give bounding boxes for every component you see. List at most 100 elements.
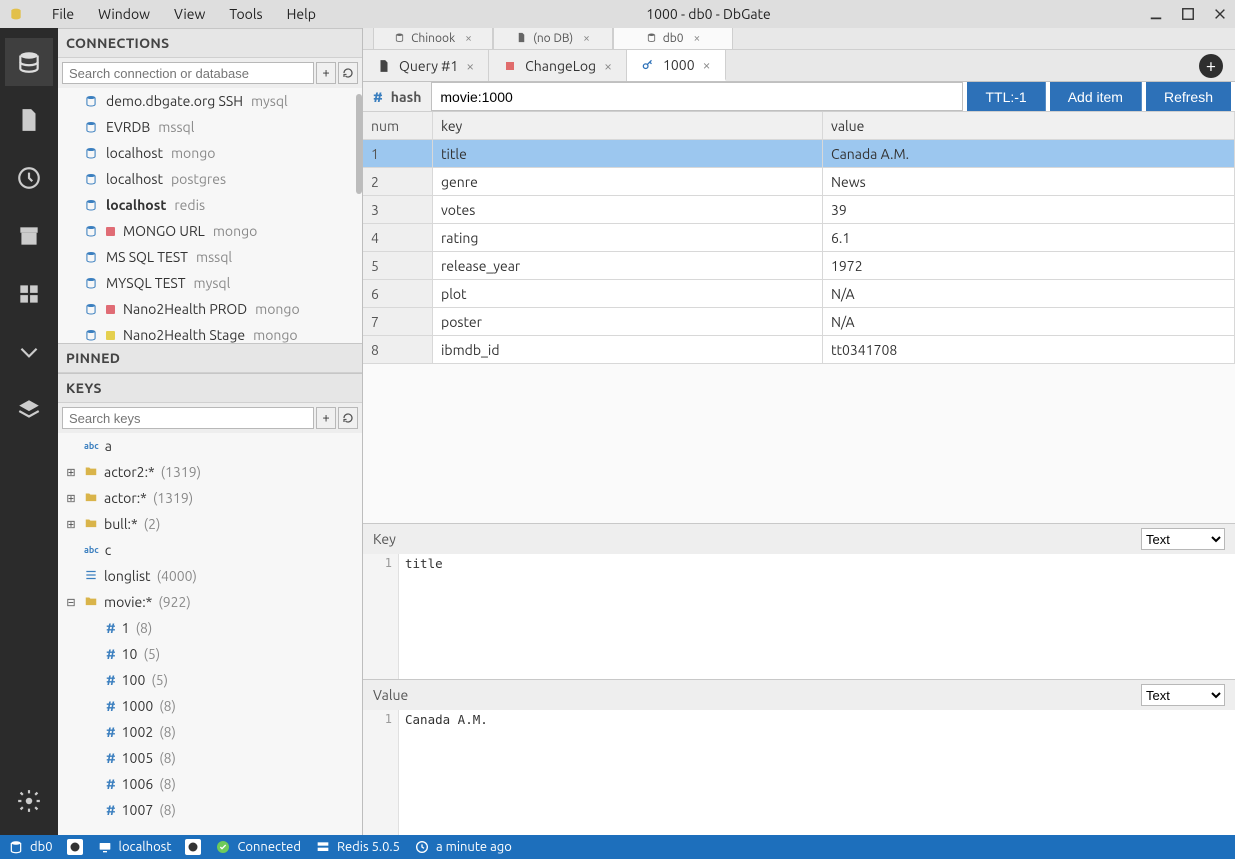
grid-row[interactable]: 5 release_year 1972 — [363, 252, 1235, 280]
activity-plugins[interactable] — [5, 270, 53, 318]
activity-history[interactable] — [5, 154, 53, 202]
refresh-keys-button[interactable] — [338, 407, 358, 429]
activity-settings[interactable] — [5, 777, 53, 825]
grid-row[interactable]: 8 ibmdb_id tt0341708 — [363, 336, 1235, 364]
grid-row[interactable]: 3 votes 39 — [363, 196, 1235, 224]
connections-header[interactable]: CONNECTIONS — [58, 28, 362, 58]
col-value[interactable]: value — [823, 112, 1235, 139]
cell-key[interactable]: poster — [433, 308, 823, 335]
expand-icon[interactable]: ⊟ — [64, 596, 78, 609]
tree-row[interactable]: abcc — [58, 537, 362, 563]
tree-row[interactable]: #10(5) — [58, 641, 362, 667]
cell-key[interactable]: release_year — [433, 252, 823, 279]
key-editor-body[interactable]: title — [399, 554, 1235, 679]
key-mode-select[interactable]: Text — [1141, 528, 1225, 550]
add-connection-button[interactable]: + — [316, 62, 336, 84]
palette-icon[interactable] — [67, 839, 83, 855]
close-icon[interactable]: × — [466, 58, 474, 74]
add-item-button[interactable]: Add item — [1050, 82, 1142, 111]
status-host[interactable]: localhost — [97, 839, 172, 855]
connection-item[interactable]: localhost mongo — [58, 140, 362, 166]
close-icon[interactable]: × — [703, 57, 711, 73]
grid-row[interactable]: 1 title Canada A.M. — [363, 140, 1235, 168]
cell-value[interactable]: News — [823, 168, 1235, 195]
keys-search-input[interactable] — [62, 407, 314, 429]
tree-row[interactable]: #1005(8) — [58, 745, 362, 771]
connection-item[interactable]: localhost redis — [58, 192, 362, 218]
cell-value[interactable]: tt0341708 — [823, 336, 1235, 363]
maximize-button[interactable] — [1181, 7, 1195, 21]
col-num[interactable]: num — [363, 112, 433, 139]
cell-value[interactable]: Canada A.M. — [823, 140, 1235, 167]
close-button[interactable] — [1213, 7, 1227, 21]
scrollbar-thumb[interactable] — [356, 94, 362, 194]
tree-row[interactable]: #100(5) — [58, 667, 362, 693]
tree-row[interactable]: #1006(8) — [58, 771, 362, 797]
ttl-button[interactable]: TTL:-1 — [967, 82, 1045, 111]
connection-item[interactable]: localhost postgres — [58, 166, 362, 192]
value-editor[interactable]: 1 Canada A.M. — [363, 710, 1235, 835]
expand-icon[interactable]: ⊞ — [64, 466, 78, 479]
grid-row[interactable]: 6 plot N/A — [363, 280, 1235, 308]
cell-value[interactable]: 1972 — [823, 252, 1235, 279]
activity-file[interactable] — [5, 96, 53, 144]
connection-item[interactable]: EVRDB mssql — [58, 114, 362, 140]
connection-item[interactable]: MS SQL TEST mssql — [58, 244, 362, 270]
grid-row[interactable]: 2 genre News — [363, 168, 1235, 196]
connection-item[interactable]: demo.dbgate.org SSH mysql — [58, 88, 362, 114]
cell-key[interactable]: plot — [433, 280, 823, 307]
keys-tree[interactable]: abca⊞actor2:*(1319)⊞actor:*(1319)⊞bull:*… — [58, 433, 362, 835]
tree-row[interactable]: #1000(8) — [58, 693, 362, 719]
close-icon[interactable]: × — [694, 32, 701, 45]
tree-row[interactable]: #1(8) — [58, 615, 362, 641]
pinned-header[interactable]: PINNED — [58, 343, 362, 373]
connection-item[interactable]: Nano2Health PROD mongo — [58, 296, 362, 322]
menu-window[interactable]: Window — [98, 6, 150, 22]
tree-row[interactable]: ⊞bull:*(2) — [58, 511, 362, 537]
refresh-button[interactable]: Refresh — [1146, 82, 1231, 111]
activity-archive[interactable] — [5, 212, 53, 260]
close-icon[interactable]: × — [465, 32, 472, 45]
tree-row[interactable]: abca — [58, 433, 362, 459]
db-tab[interactable]: (no DB)× — [493, 28, 613, 49]
tree-row[interactable]: longlist(4000) — [58, 563, 362, 589]
col-key[interactable]: key — [433, 112, 823, 139]
db-tab[interactable]: Chinook× — [373, 28, 493, 49]
hash-key-input[interactable] — [431, 82, 963, 111]
activity-layers[interactable] — [5, 386, 53, 434]
cell-value[interactable]: N/A — [823, 280, 1235, 307]
tree-row[interactable]: ⊞actor:*(1319) — [58, 485, 362, 511]
activity-database[interactable] — [5, 38, 53, 86]
grid-row[interactable]: 4 rating 6.1 — [363, 224, 1235, 252]
file-tab[interactable]: Query #1× — [363, 50, 489, 81]
connections-search-input[interactable] — [62, 62, 314, 84]
tree-row[interactable]: ⊟movie:*(922) — [58, 589, 362, 615]
connection-item[interactable]: MYSQL TEST mysql — [58, 270, 362, 296]
close-icon[interactable]: × — [583, 32, 590, 45]
close-icon[interactable]: × — [604, 58, 612, 74]
menu-view[interactable]: View — [174, 6, 205, 22]
cell-value[interactable]: 6.1 — [823, 224, 1235, 251]
menu-file[interactable]: File — [52, 6, 74, 22]
menu-tools[interactable]: Tools — [229, 6, 262, 22]
activity-chevron-down[interactable] — [5, 328, 53, 376]
tree-row[interactable]: #1007(8) — [58, 797, 362, 823]
tree-row[interactable]: ⊞actor2:*(1319) — [58, 459, 362, 485]
cell-value[interactable]: 39 — [823, 196, 1235, 223]
cell-key[interactable]: genre — [433, 168, 823, 195]
db-tab[interactable]: db0× — [613, 28, 733, 49]
connection-item[interactable]: Nano2Health Stage mongo — [58, 322, 362, 343]
value-editor-body[interactable]: Canada A.M. — [399, 710, 1235, 835]
add-key-button[interactable]: + — [316, 407, 336, 429]
key-editor[interactable]: 1 title — [363, 554, 1235, 679]
expand-icon[interactable]: ⊞ — [64, 492, 78, 505]
cell-key[interactable]: title — [433, 140, 823, 167]
connection-item[interactable]: MONGO URL mongo — [58, 218, 362, 244]
file-tab[interactable]: 1000× — [627, 50, 726, 81]
keys-header[interactable]: KEYS — [58, 373, 362, 403]
cell-key[interactable]: votes — [433, 196, 823, 223]
connections-list[interactable]: demo.dbgate.org SSH mysql EVRDB mssql lo… — [58, 88, 362, 343]
status-db[interactable]: db0 — [8, 839, 53, 855]
expand-icon[interactable]: ⊞ — [64, 518, 78, 531]
palette-icon-2[interactable] — [185, 839, 201, 855]
